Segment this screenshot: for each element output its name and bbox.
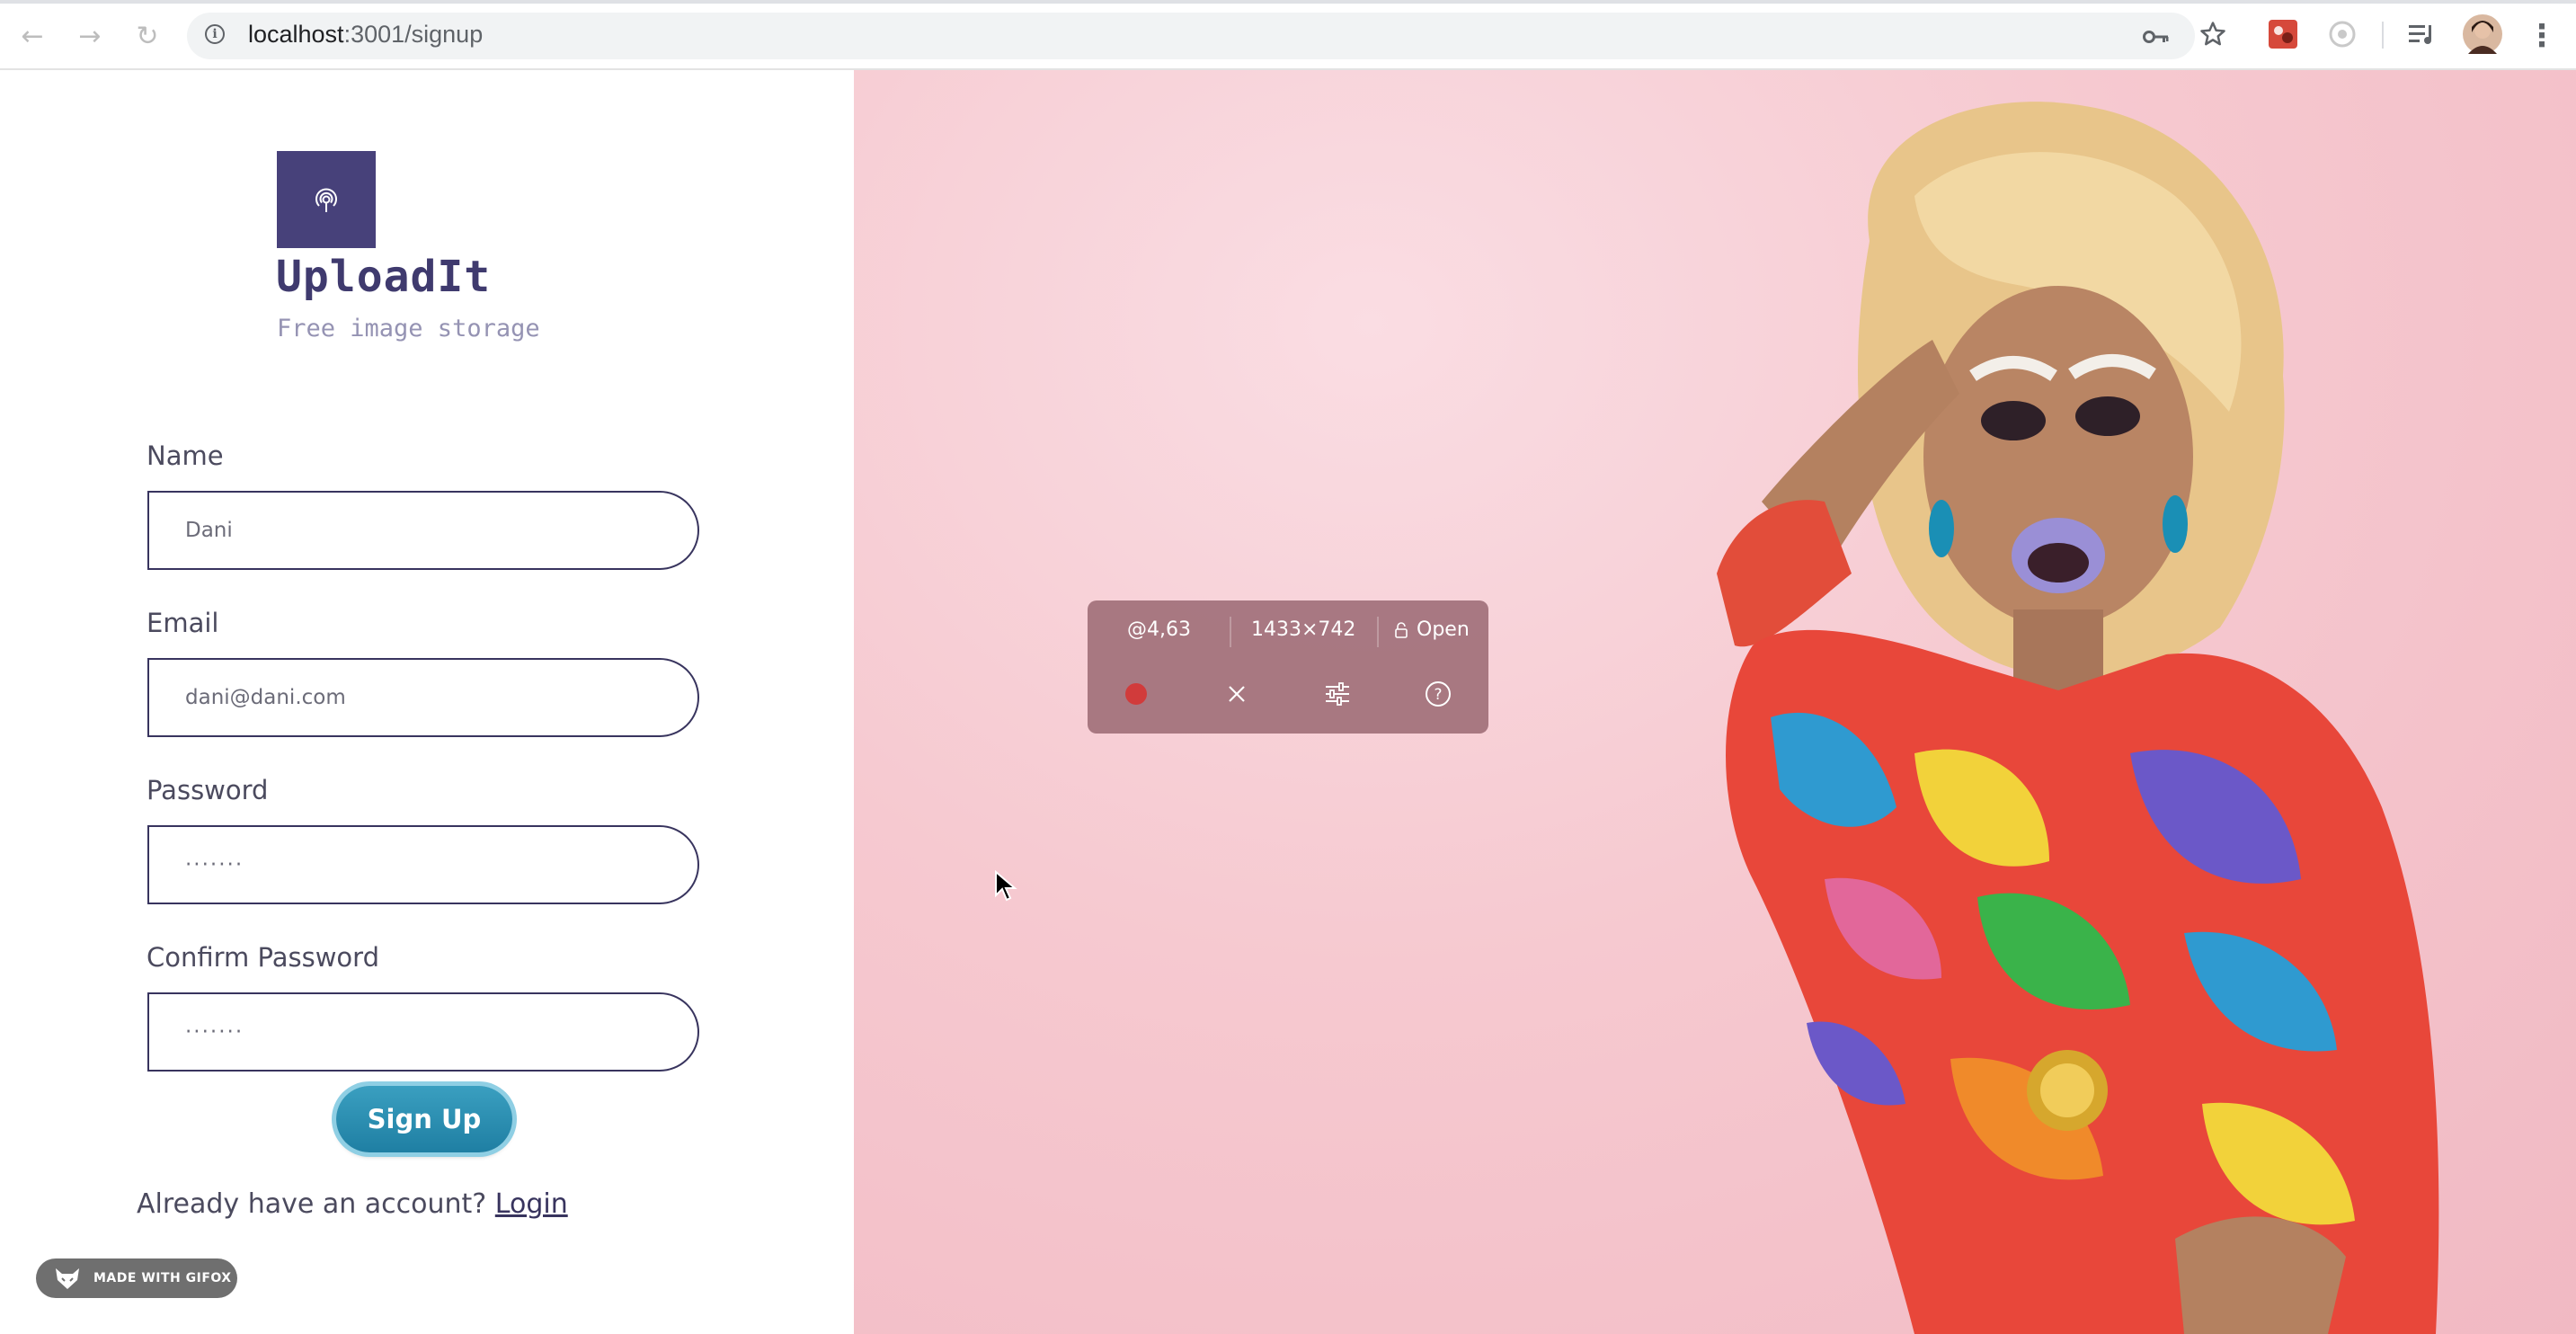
brand-tagline: Free image storage	[277, 315, 540, 342]
star-icon[interactable]	[2197, 18, 2229, 50]
brand-name: UploadIt	[276, 252, 492, 302]
unlock-icon	[1395, 621, 1408, 638]
svg-text:?: ?	[1434, 686, 1442, 704]
name-field[interactable]	[147, 491, 699, 570]
record-button[interactable]	[1122, 680, 1150, 708]
forward-icon[interactable]: →	[74, 20, 106, 52]
password-field[interactable]	[147, 825, 699, 904]
overlay-divider	[1230, 617, 1231, 647]
gifox-extension-icon[interactable]	[2326, 18, 2358, 50]
capture-size: 1433×742	[1251, 618, 1356, 641]
toolbar-divider	[2382, 22, 2384, 49]
confirm-password-label: Confirm Password	[147, 942, 379, 973]
email-label: Email	[147, 608, 219, 638]
extension-icon[interactable]	[2267, 18, 2299, 50]
capture-position: @4,63	[1127, 618, 1191, 641]
close-icon[interactable]	[1222, 680, 1251, 708]
signup-panel: UploadIt Free image storage Name Email P…	[0, 70, 854, 1334]
open-label: Open	[1417, 618, 1470, 641]
site-info-icon[interactable]: i	[205, 24, 225, 44]
url-text[interactable]: localhost:3001/signup	[248, 21, 483, 49]
settings-sliders-icon[interactable]	[1323, 680, 1352, 708]
back-icon[interactable]: ←	[16, 20, 49, 52]
help-icon[interactable]: ?	[1424, 680, 1452, 708]
tab-strip	[0, 0, 2576, 4]
login-link[interactable]: Login	[495, 1188, 568, 1220]
mouse-cursor-icon	[995, 870, 1017, 902]
sign-up-button[interactable]: Sign Up	[336, 1086, 512, 1152]
avatar[interactable]	[2463, 14, 2502, 54]
browser-toolbar: ← → ↻ i localhost:3001/signup ⋮	[0, 0, 2576, 70]
media-queue-icon[interactable]	[2405, 18, 2438, 50]
gifox-capture-panel: @4,63 1433×742 Open ?	[1088, 600, 1488, 734]
broadcast-icon	[277, 151, 376, 248]
url-path: :3001/signup	[343, 21, 484, 48]
name-label: Name	[147, 440, 224, 471]
overlay-divider	[1377, 617, 1379, 647]
address-bar[interactable]: i localhost:3001/signup	[187, 13, 2195, 59]
open-button[interactable]: Open	[1395, 618, 1470, 641]
confirm-password-field[interactable]	[147, 992, 699, 1072]
gifox-badge[interactable]: MADE WITH GIFOX	[36, 1258, 237, 1298]
password-label: Password	[147, 775, 269, 805]
reload-icon[interactable]: ↻	[131, 20, 164, 52]
url-host: localhost	[248, 21, 344, 48]
email-field[interactable]	[147, 658, 699, 737]
fox-icon	[56, 1268, 79, 1289]
login-prompt-text: Already have an account?	[137, 1188, 487, 1220]
menu-kebab-icon[interactable]: ⋮	[2526, 18, 2558, 54]
login-prompt: Already have an account? Login	[137, 1188, 568, 1220]
gifox-badge-text: MADE WITH GIFOX	[93, 1271, 232, 1285]
key-icon[interactable]	[2143, 23, 2170, 50]
